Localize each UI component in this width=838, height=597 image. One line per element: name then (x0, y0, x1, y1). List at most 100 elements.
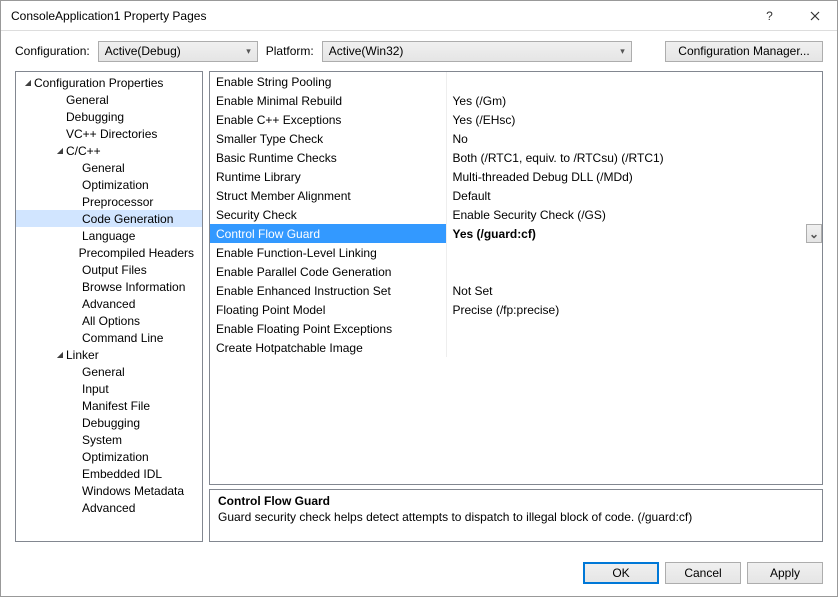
tree-item[interactable]: Command Line (16, 329, 202, 346)
tree-item-label: Debugging (66, 110, 124, 124)
tree-item[interactable]: Advanced (16, 295, 202, 312)
property-value[interactable]: Multi-threaded Debug DLL (/MDd) (446, 167, 822, 186)
tree: Configuration Properties General Debuggin… (16, 72, 202, 518)
tree-item-label: Debugging (82, 416, 140, 430)
property-value[interactable]: No (446, 129, 822, 148)
property-value[interactable]: Enable Security Check (/GS) (446, 205, 822, 224)
tree-item[interactable]: Precompiled Headers (16, 244, 202, 261)
tree-item[interactable]: Language (16, 227, 202, 244)
property-row[interactable]: Runtime LibraryMulti-threaded Debug DLL … (210, 167, 822, 186)
property-row[interactable]: Smaller Type CheckNo (210, 129, 822, 148)
tree-item[interactable]: Code Generation (16, 210, 202, 227)
tree-item[interactable]: General (16, 159, 202, 176)
property-value[interactable]: Default (446, 186, 822, 205)
tree-item[interactable]: Debugging (16, 414, 202, 431)
collapse-icon[interactable] (54, 146, 66, 155)
property-value[interactable]: Yes (/EHsc) (446, 110, 822, 129)
tree-item-label: Output Files (82, 263, 147, 277)
tree-item-label: C/C++ (66, 144, 101, 158)
tree-item[interactable]: Embedded IDL (16, 465, 202, 482)
property-name: Enable C++ Exceptions (210, 110, 446, 129)
tree-item[interactable]: Browse Information (16, 278, 202, 295)
property-name: Struct Member Alignment (210, 186, 446, 205)
close-icon (810, 11, 820, 21)
property-row[interactable]: Enable Enhanced Instruction SetNot Set (210, 281, 822, 300)
property-value[interactable] (446, 338, 822, 357)
tree-item-label: Embedded IDL (82, 467, 162, 481)
configuration-label: Configuration: (15, 44, 90, 58)
tree-item[interactable]: Windows Metadata (16, 482, 202, 499)
tree-item[interactable]: All Options (16, 312, 202, 329)
property-row[interactable]: Enable C++ ExceptionsYes (/EHsc) (210, 110, 822, 129)
property-name: Security Check (210, 205, 446, 224)
tree-item[interactable]: Manifest File (16, 397, 202, 414)
right-pane: Enable String PoolingEnable Minimal Rebu… (209, 71, 823, 542)
tree-item[interactable]: VC++ Directories (16, 125, 202, 142)
property-value[interactable]: Precise (/fp:precise) (446, 300, 822, 319)
property-value[interactable] (446, 319, 822, 338)
property-row[interactable]: Enable Function-Level Linking (210, 243, 822, 262)
platform-label: Platform: (266, 44, 314, 58)
tree-item[interactable]: General (16, 91, 202, 108)
property-name: Enable String Pooling (210, 72, 446, 91)
ok-button[interactable]: OK (583, 562, 659, 584)
dropdown-button[interactable]: ⌄ (806, 224, 822, 243)
property-pages-window: ConsoleApplication1 Property Pages ? Con… (0, 0, 838, 597)
configuration-combo[interactable]: Active(Debug) ▾ (98, 41, 258, 62)
property-row[interactable]: Control Flow GuardYes (/guard:cf)⌄ (210, 224, 822, 243)
property-row[interactable]: Basic Runtime ChecksBoth (/RTC1, equiv. … (210, 148, 822, 167)
configuration-value: Active(Debug) (105, 44, 181, 58)
property-value[interactable] (446, 72, 822, 91)
tree-item-label: Optimization (82, 450, 149, 464)
window-title: ConsoleApplication1 Property Pages (11, 9, 747, 23)
tree-item-label: Preprocessor (82, 195, 153, 209)
property-row[interactable]: Create Hotpatchable Image (210, 338, 822, 357)
property-value[interactable]: Yes (/guard:cf)⌄ (446, 224, 822, 243)
titlebar: ConsoleApplication1 Property Pages ? (1, 1, 837, 31)
tree-item[interactable]: Preprocessor (16, 193, 202, 210)
tree-item-label: General (82, 365, 125, 379)
collapse-icon[interactable] (54, 350, 66, 359)
configuration-manager-button[interactable]: Configuration Manager... (665, 41, 823, 62)
cancel-button[interactable]: Cancel (665, 562, 741, 584)
property-row[interactable]: Struct Member AlignmentDefault (210, 186, 822, 205)
description-title: Control Flow Guard (218, 494, 814, 508)
property-name: Enable Minimal Rebuild (210, 91, 446, 110)
tree-item[interactable]: System (16, 431, 202, 448)
expand-icon[interactable] (22, 78, 34, 87)
apply-button[interactable]: Apply (747, 562, 823, 584)
property-value[interactable]: Both (/RTC1, equiv. to /RTCsu) (/RTC1) (446, 148, 822, 167)
tree-item-label: Optimization (82, 178, 149, 192)
tree-item[interactable]: Debugging (16, 108, 202, 125)
chevron-down-icon: ⌄ (809, 227, 819, 241)
tree-item[interactable]: Input (16, 380, 202, 397)
tree-item[interactable]: Optimization (16, 448, 202, 465)
main-area: Configuration Properties General Debuggin… (1, 71, 837, 550)
tree-item-label: VC++ Directories (66, 127, 157, 141)
tree-item[interactable]: Advanced (16, 499, 202, 516)
tree-scroll[interactable]: Configuration Properties General Debuggin… (16, 72, 202, 541)
property-row[interactable]: Enable Floating Point Exceptions (210, 319, 822, 338)
property-value[interactable]: Yes (/Gm) (446, 91, 822, 110)
tree-root[interactable]: Configuration Properties (16, 74, 202, 91)
property-row[interactable]: Enable Minimal RebuildYes (/Gm) (210, 91, 822, 110)
tree-item-label: Advanced (82, 501, 135, 515)
property-row[interactable]: Enable Parallel Code Generation (210, 262, 822, 281)
tree-item[interactable]: C/C++ (16, 142, 202, 159)
close-button[interactable] (792, 1, 837, 31)
property-value[interactable]: Not Set (446, 281, 822, 300)
platform-combo[interactable]: Active(Win32) ▾ (322, 41, 632, 62)
property-row[interactable]: Security CheckEnable Security Check (/GS… (210, 205, 822, 224)
property-value[interactable] (446, 243, 822, 262)
tree-item[interactable]: Output Files (16, 261, 202, 278)
tree-item-label: Windows Metadata (82, 484, 184, 498)
property-row[interactable]: Floating Point ModelPrecise (/fp:precise… (210, 300, 822, 319)
tree-item[interactable]: Linker (16, 346, 202, 363)
tree-item[interactable]: Optimization (16, 176, 202, 193)
tree-item[interactable]: General (16, 363, 202, 380)
property-value[interactable] (446, 262, 822, 281)
help-button[interactable]: ? (747, 1, 792, 31)
property-row[interactable]: Enable String Pooling (210, 72, 822, 91)
tree-item-label: Input (82, 382, 109, 396)
tree-pane: Configuration Properties General Debuggin… (15, 71, 203, 542)
